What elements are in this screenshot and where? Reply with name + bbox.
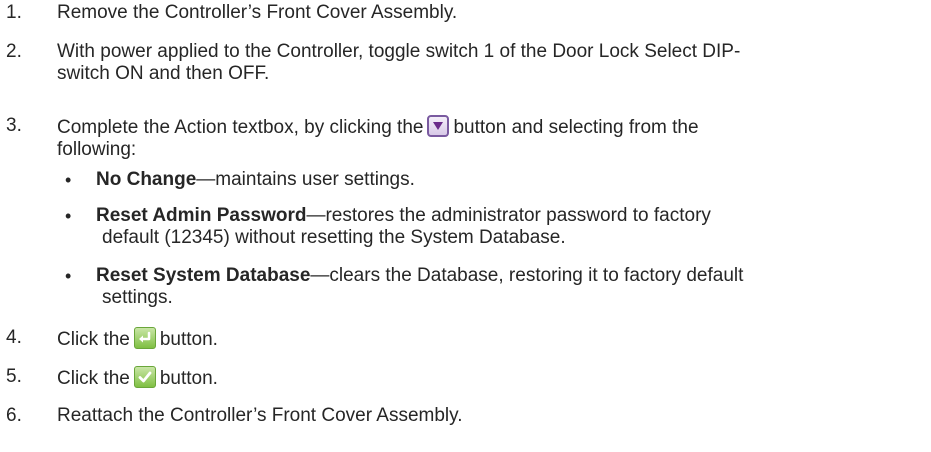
step-text-line: Complete the Action textbox, by clicking… [57, 115, 917, 139]
bullet-desc: —restores the administrator password to … [306, 205, 711, 226]
step-text-post: button. [159, 368, 218, 389]
bullet-glyph: • [65, 170, 72, 190]
step-text-post: button. [159, 329, 218, 350]
bullet-glyph: • [65, 206, 72, 226]
step-text: Reattach the Controller’s Front Cover As… [57, 405, 463, 426]
step-text-pre: Click the [57, 329, 130, 350]
bullet-title: No Change [96, 169, 197, 190]
checkmark-icon [133, 366, 156, 388]
step-text-pre: Click the [57, 368, 130, 389]
step-number: 4. [6, 327, 22, 348]
bullet-line: settings. [102, 287, 173, 308]
bullet-title: Reset System Database [96, 265, 311, 286]
enter-return-icon [133, 327, 156, 349]
dropdown-arrow-icon [427, 115, 450, 137]
bullet-text: No Change—maintains user settings. [96, 169, 891, 191]
bullet-line: default (12345) without resetting the Sy… [102, 227, 566, 248]
bullet-text: Reset System Database—clears the Databas… [96, 265, 891, 309]
step-text: Click the button. [57, 327, 917, 351]
step-number: 6. [6, 405, 22, 426]
step-text: With power applied to the Controller, to… [57, 41, 917, 85]
bullet-glyph: • [65, 266, 72, 286]
step-number: 2. [6, 41, 22, 62]
step-text-line: switch ON and then OFF. [57, 63, 270, 84]
bullet-text: Reset Admin Password—restores the admini… [96, 205, 891, 249]
step-number: 1. [6, 2, 22, 23]
step-text-line: following: [57, 139, 137, 160]
bullet-line: Reset Admin Password—restores the admini… [96, 205, 891, 227]
step-text: Remove the Controller’s Front Cover Asse… [57, 2, 458, 23]
step-text: Complete the Action textbox, by clicking… [57, 115, 917, 161]
bullet-desc: —maintains user settings. [196, 169, 415, 190]
bullet-line: Reset System Database—clears the Databas… [96, 265, 891, 287]
step-text-post: button and selecting from the [453, 117, 699, 138]
bullet-desc: —clears the Database, restoring it to fa… [310, 265, 744, 286]
step-text-line: With power applied to the Controller, to… [57, 41, 741, 62]
step-number: 3. [6, 115, 22, 136]
step-number: 5. [6, 366, 22, 387]
step-text: Click the button. [57, 366, 917, 390]
bullet-title: Reset Admin Password [96, 205, 307, 226]
step-text-pre: Complete the Action textbox, by clicking… [57, 117, 424, 138]
